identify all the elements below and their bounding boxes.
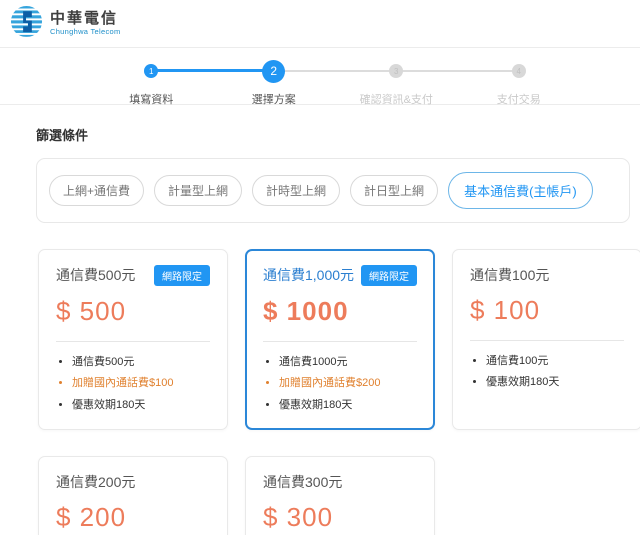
plan-bullet: 通信費500元: [72, 352, 210, 373]
plan-card[interactable]: 通信費300元 $ 300 通信費300元優惠效期180天: [245, 456, 435, 535]
plan-bullet: 通信費100元: [486, 351, 624, 372]
plan-divider: [263, 341, 417, 342]
stepper-step: 3 確認資訊&支付: [335, 58, 458, 107]
plan-title: 通信費100元: [470, 265, 549, 285]
plan-card[interactable]: 通信費500元 網路限定 $ 500 通信費500元加贈國內通話費$100優惠效…: [38, 249, 228, 430]
step-number-circle: 3: [389, 64, 403, 78]
step-number-text: 3: [394, 67, 398, 76]
plan-bullets: 通信費100元優惠效期180天: [486, 351, 624, 394]
step-label: 填寫資料: [90, 91, 213, 107]
plan-bullets: 通信費1000元加贈國內通話費$200優惠效期180天: [279, 352, 417, 416]
step-number-circle: 4: [512, 64, 526, 78]
plan-bullet: 加贈國內通話費$100: [72, 373, 210, 394]
step-number-text: 4: [517, 67, 521, 76]
header: 中華電信 Chunghwa Telecom: [0, 0, 640, 48]
stepper: 1 填寫資料 2 選擇方案 3 確認資訊&支付 4 支付交易: [0, 48, 640, 105]
plan-bullet: 優惠效期180天: [279, 395, 417, 416]
plans-grid: 通信費500元 網路限定 $ 500 通信費500元加贈國內通話費$100優惠效…: [38, 249, 640, 535]
plan-badge: 網路限定: [361, 265, 417, 286]
plan-card[interactable]: 通信費100元 $ 100 通信費100元優惠效期180天: [452, 249, 640, 430]
brand-logo[interactable]: 中華電信 Chunghwa Telecom: [10, 5, 121, 43]
filter-chip[interactable]: 計日型上網: [350, 175, 438, 206]
step-number-circle: 1: [144, 64, 158, 78]
step-number-text: 2: [270, 64, 277, 78]
plan-card[interactable]: 通信費1,000元 網路限定 $ 1000 通信費1000元加贈國內通話費$20…: [245, 249, 435, 430]
stepper-steps: 1 填寫資料 2 選擇方案 3 確認資訊&支付 4 支付交易: [90, 58, 580, 107]
plan-divider: [470, 340, 624, 341]
plan-divider: [56, 341, 210, 342]
step-number-circle: 2: [262, 60, 285, 83]
plan-title: 通信費1,000元: [263, 265, 354, 285]
filter-chip[interactable]: 計時型上網: [252, 175, 340, 206]
filter-title: 篩選條件: [36, 125, 640, 144]
plan-card[interactable]: 通信費200元 $ 200 通信費200元優惠效期180天: [38, 456, 228, 535]
filter-chip[interactable]: 基本通信費(主帳戶): [448, 172, 593, 209]
brand-name-zh: 中華電信: [50, 11, 121, 28]
plan-bullet: 加贈國內通話費$200: [279, 373, 417, 394]
plan-title: 通信費500元: [56, 265, 135, 285]
plan-title: 通信費200元: [56, 472, 135, 492]
plan-bullet: 優惠效期180天: [486, 372, 624, 393]
plan-price: $ 500: [56, 296, 210, 327]
plan-bullets: 通信費500元加贈國內通話費$100優惠效期180天: [72, 352, 210, 416]
stepper-step: 2 選擇方案: [213, 58, 336, 107]
stepper-step: 4 支付交易: [458, 58, 581, 107]
filter-chip[interactable]: 計量型上網: [154, 175, 242, 206]
stepper-step: 1 填寫資料: [90, 58, 213, 107]
chunghwa-globe-icon: [10, 5, 43, 43]
plan-title: 通信費300元: [263, 472, 342, 492]
plan-bullet: 優惠效期180天: [72, 395, 210, 416]
plan-price: $ 300: [263, 502, 417, 533]
step-number-text: 1: [149, 67, 153, 76]
plan-badge: 網路限定: [154, 265, 210, 286]
filter-chip[interactable]: 上網+通信費: [49, 175, 144, 206]
step-label: 選擇方案: [213, 91, 336, 107]
filter-chips-box: 上網+通信費計量型上網計時型上網計日型上網基本通信費(主帳戶): [36, 158, 630, 223]
plan-price: $ 100: [470, 295, 624, 326]
plan-price: $ 1000: [263, 296, 417, 327]
plan-bullet: 通信費1000元: [279, 352, 417, 373]
step-label: 確認資訊&支付: [335, 91, 458, 107]
plan-price: $ 200: [56, 502, 210, 533]
brand-name-en: Chunghwa Telecom: [50, 27, 121, 36]
step-label: 支付交易: [458, 91, 581, 107]
